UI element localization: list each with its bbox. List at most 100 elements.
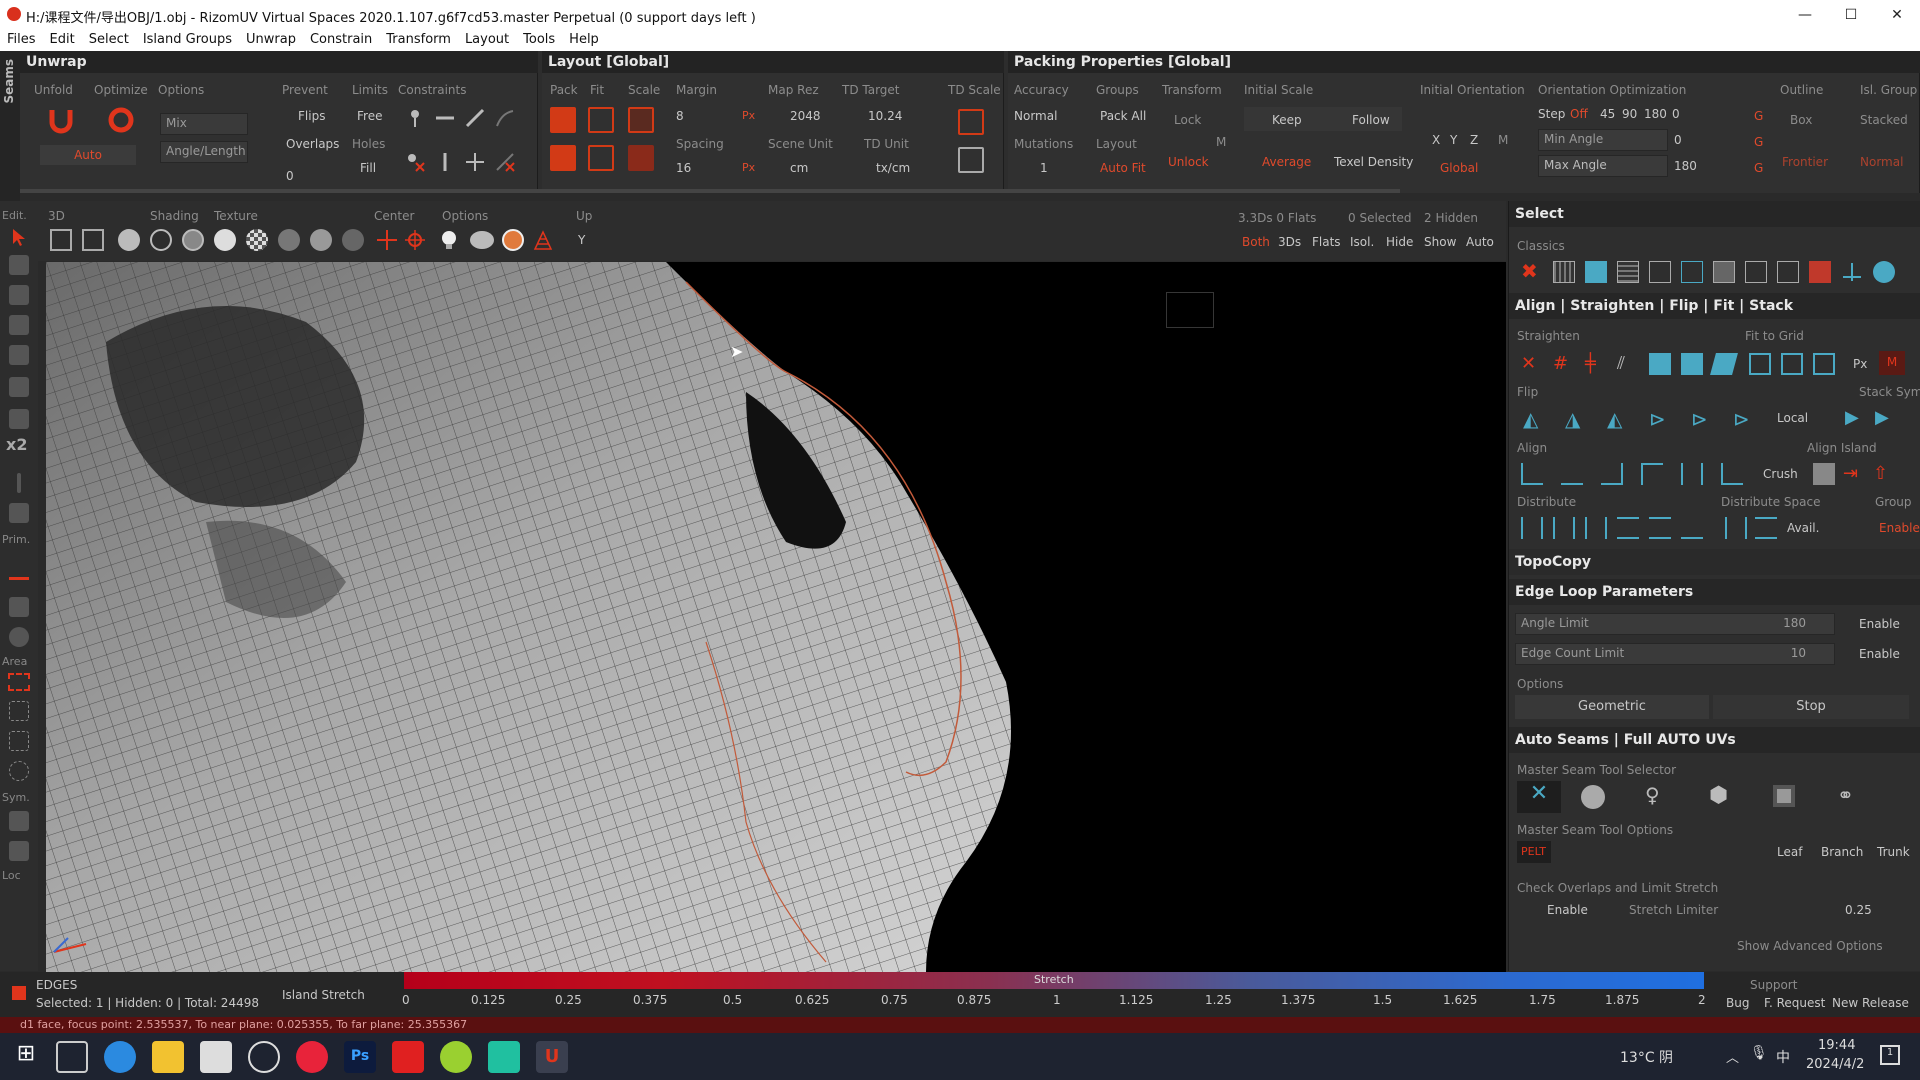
select-sphere-icon[interactable]: [1873, 261, 1895, 283]
stretch-limiter-field[interactable]: 0.25: [1845, 903, 1872, 917]
normal-option[interactable]: Normal: [1860, 155, 1903, 169]
min-angle-field[interactable]: Min Angle: [1538, 129, 1668, 151]
max-g[interactable]: G: [1754, 161, 1763, 175]
symmetry-icon[interactable]: [9, 811, 29, 831]
unpin-icon[interactable]: [404, 151, 426, 177]
flip-u-icon[interactable]: ◭: [1523, 407, 1545, 431]
flats-toggle[interactable]: Flats: [1312, 235, 1341, 249]
rotate-free-icon[interactable]: ⊳: [1733, 407, 1755, 431]
straighten-block-icon[interactable]: [1649, 353, 1671, 375]
angle-limit-enable[interactable]: Enable: [1859, 617, 1900, 631]
menu-files[interactable]: Files: [0, 30, 43, 47]
max-angle-value[interactable]: 180: [1674, 159, 1697, 173]
td-scale-set-icon[interactable]: [958, 147, 984, 173]
bug-link[interactable]: Bug: [1726, 996, 1749, 1010]
align-island-2-icon[interactable]: ⇥: [1843, 463, 1865, 485]
orient-x[interactable]: X: [1432, 133, 1440, 147]
fill-toggle[interactable]: Fill: [360, 161, 376, 175]
unlock-button[interactable]: Unlock: [1168, 155, 1209, 169]
circle-select-icon[interactable]: [9, 761, 29, 781]
frame-all-icon[interactable]: [82, 229, 104, 251]
perspective-grid-icon[interactable]: [532, 229, 554, 251]
menu-unwrap[interactable]: Unwrap: [239, 30, 303, 47]
angle-limit-field[interactable]: Angle Limit 180: [1515, 613, 1835, 635]
brush-icon[interactable]: [9, 597, 29, 617]
select-polygon-icon[interactable]: [9, 315, 29, 335]
unwrap-zero-field[interactable]: 0: [286, 169, 294, 183]
fit-grid-1-icon[interactable]: [1749, 353, 1771, 375]
scale-icon[interactable]: [628, 107, 654, 133]
distribute-space-2-icon[interactable]: [1755, 517, 1777, 539]
constraint-diag-icon[interactable]: [464, 107, 486, 133]
global-orientation-toggle[interactable]: Global: [1440, 161, 1478, 175]
check-overlaps-enable[interactable]: Enable: [1547, 903, 1588, 917]
shield-icon[interactable]: [9, 503, 29, 523]
clock-time[interactable]: 19:44: [1818, 1038, 1855, 1053]
ime-indicator[interactable]: 中: [1776, 1047, 1790, 1067]
clock-date[interactable]: 2024/4/2: [1806, 1057, 1864, 1072]
constraint-curve-icon[interactable]: [494, 107, 516, 133]
3d-viewport[interactable]: ➤: [46, 262, 1506, 972]
isolate-button[interactable]: Isol.: [1350, 235, 1374, 249]
unfold-button[interactable]: [46, 105, 76, 135]
align-bottom-icon[interactable]: [1721, 463, 1743, 485]
constraint-pin-icon[interactable]: [404, 107, 426, 133]
step-90[interactable]: 90: [1622, 107, 1637, 121]
frame-icon[interactable]: [50, 229, 72, 251]
seam-tool-cube-icon[interactable]: ⬢: [1709, 783, 1728, 808]
select-grid-7-icon[interactable]: [1745, 261, 1767, 283]
constraint-vline-icon[interactable]: [434, 151, 456, 177]
orient-y[interactable]: Y: [1450, 133, 1457, 147]
keep-option[interactable]: Keep: [1272, 113, 1302, 127]
min-g[interactable]: G: [1754, 135, 1763, 149]
straighten-skew-icon[interactable]: [1710, 353, 1738, 375]
3ds-toggle[interactable]: 3Ds: [1278, 235, 1301, 249]
texture-custom-icon[interactable]: [310, 229, 332, 251]
td-scale-get-icon[interactable]: [958, 109, 984, 135]
max-angle-field[interactable]: Max Angle: [1538, 155, 1668, 177]
min-angle-value[interactable]: 0: [1674, 133, 1682, 147]
select-grid-8-icon[interactable]: [1777, 261, 1799, 283]
green-app-icon[interactable]: [440, 1041, 472, 1073]
rizomuv-taskbar-icon[interactable]: U: [536, 1041, 568, 1073]
shading-flat-icon[interactable]: [118, 229, 140, 251]
scale-all-icon[interactable]: [628, 145, 654, 171]
hide-button[interactable]: Hide: [1386, 235, 1413, 249]
close-button[interactable]: ✕: [1874, 0, 1920, 30]
trunk-option[interactable]: Trunk: [1877, 845, 1910, 859]
rotate-right-icon[interactable]: ⊳: [1691, 407, 1713, 431]
rotate-left-icon[interactable]: ⊳: [1649, 407, 1671, 431]
feature-request-link[interactable]: F. Request: [1764, 996, 1825, 1010]
crush-button[interactable]: Crush: [1763, 467, 1798, 481]
lasso-icon[interactable]: [9, 701, 29, 721]
fit-all-icon[interactable]: [588, 145, 614, 171]
rect-select-icon[interactable]: [8, 673, 30, 691]
step-off[interactable]: Off: [1570, 107, 1588, 121]
step-g[interactable]: G: [1754, 109, 1763, 123]
distribute-space-1-icon[interactable]: [1725, 517, 1747, 539]
topocopy-title[interactable]: TopoCopy: [1509, 549, 1920, 575]
step-45[interactable]: 45: [1600, 107, 1615, 121]
constraint-hline-icon[interactable]: [434, 107, 456, 133]
texture-checker-icon[interactable]: [246, 229, 268, 251]
local-dropdown[interactable]: Local: [1777, 411, 1808, 425]
image-app-icon[interactable]: [200, 1041, 232, 1073]
netease-music-icon[interactable]: [296, 1041, 328, 1073]
maximize-button[interactable]: ☐: [1828, 0, 1874, 30]
flip-h-icon[interactable]: ◭: [1607, 407, 1629, 431]
flip-v-icon[interactable]: ◮: [1565, 407, 1587, 431]
straighten-cross-icon[interactable]: ╪: [1585, 353, 1607, 375]
seams-tab[interactable]: Seams: [0, 51, 20, 201]
paint-select-icon[interactable]: [9, 731, 29, 751]
select-grid-3-icon[interactable]: [1617, 261, 1639, 283]
align-right-icon[interactable]: [1601, 463, 1623, 485]
align-island-1-icon[interactable]: [1813, 463, 1835, 485]
map-rez-field[interactable]: 2048: [790, 109, 821, 123]
auto-button[interactable]: Auto: [1466, 235, 1494, 249]
free-toggle[interactable]: Free: [357, 109, 382, 123]
align-top-icon[interactable]: [1641, 463, 1663, 485]
box-option[interactable]: Box: [1790, 113, 1812, 127]
select-mesh-icon[interactable]: [9, 409, 29, 429]
menu-layout[interactable]: Layout: [458, 30, 516, 47]
select-group-icon[interactable]: [9, 377, 29, 397]
